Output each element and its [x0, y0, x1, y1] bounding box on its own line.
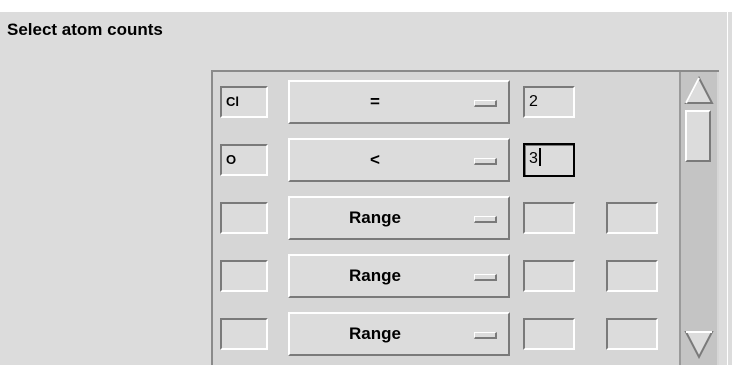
operator-menu-button[interactable]: <	[288, 138, 510, 182]
element-symbol-field[interactable]	[220, 260, 268, 292]
atom-row: Range	[213, 196, 673, 240]
operator-menu-button[interactable]: Range	[288, 254, 510, 298]
scrollbar-thumb[interactable]	[685, 110, 711, 162]
operator-label: <	[370, 150, 380, 169]
arrow-up-icon[interactable]	[684, 75, 714, 105]
operator-label: Range	[349, 266, 401, 285]
operator-menu-button[interactable]: Range	[288, 312, 510, 356]
text-cursor	[538, 148, 541, 166]
arrow-down-icon[interactable]	[684, 330, 714, 360]
option-menu-indicator-icon	[474, 100, 497, 107]
operator-label: Range	[349, 208, 401, 227]
operator-menu-button[interactable]: Range	[288, 196, 510, 240]
option-menu-indicator-icon	[474, 274, 497, 281]
element-symbol-field[interactable]	[220, 202, 268, 234]
atom-row: Range	[213, 254, 673, 298]
range-max-field[interactable]	[606, 202, 658, 234]
count-value-field[interactable]: 2	[523, 86, 575, 118]
atom-row: Range	[213, 312, 673, 356]
range-min-field[interactable]	[523, 260, 575, 292]
range-min-field[interactable]	[523, 202, 575, 234]
atom-row: O < 3	[213, 138, 673, 182]
range-min-field[interactable]	[523, 318, 575, 350]
range-max-field[interactable]	[606, 260, 658, 292]
element-symbol-field[interactable]	[220, 318, 268, 350]
atom-row: Cl = 2	[213, 80, 673, 124]
element-symbol-field[interactable]: O	[220, 144, 268, 176]
operator-label: Range	[349, 324, 401, 343]
option-menu-indicator-icon	[474, 332, 497, 339]
section-title: Select atom counts	[7, 20, 163, 39]
panel-separator	[727, 12, 728, 365]
range-max-field[interactable]	[606, 318, 658, 350]
element-symbol-field[interactable]: Cl	[220, 86, 268, 118]
vertical-scrollbar[interactable]	[679, 72, 717, 365]
operator-label: =	[370, 92, 380, 111]
count-value-field[interactable]: 3	[523, 143, 575, 177]
operator-menu-button[interactable]: =	[288, 80, 510, 124]
option-menu-indicator-icon	[474, 158, 497, 165]
atom-count-list: Cl = 2 O < 3 Range Range Range	[211, 70, 719, 365]
option-menu-indicator-icon	[474, 216, 497, 223]
count-value-text: 3	[529, 150, 538, 167]
